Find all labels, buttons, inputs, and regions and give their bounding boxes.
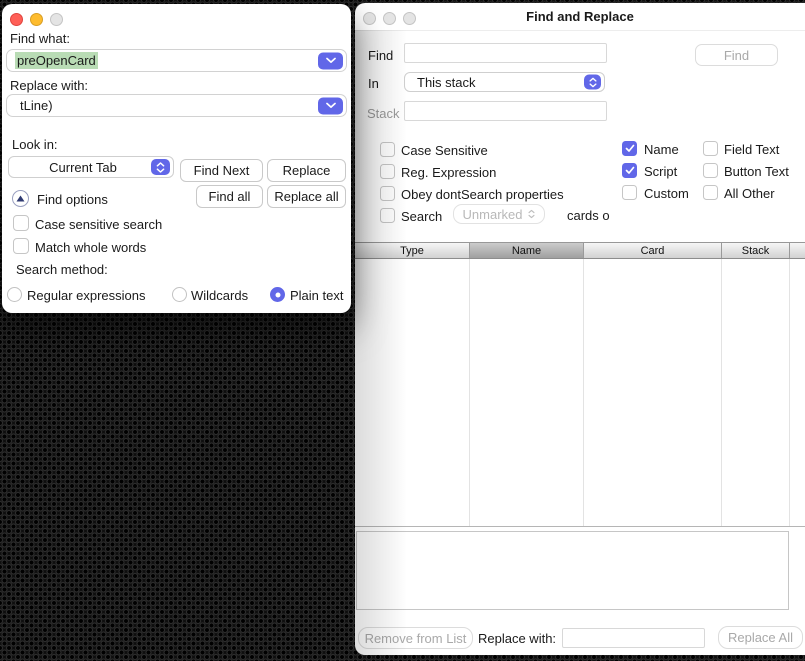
plain-text-label: Plain text (290, 288, 343, 303)
field-text-checkbox[interactable] (703, 141, 718, 156)
chevron-down-icon[interactable] (318, 97, 343, 114)
find-and-replace-window: Find and Replace Find Find In This stack… (355, 3, 805, 655)
script-label: Script (644, 164, 677, 179)
table-column-stack (722, 259, 790, 526)
script-checkbox[interactable] (622, 163, 637, 178)
window-title: Find and Replace (526, 9, 634, 24)
match-whole-words-checkbox[interactable] (13, 238, 29, 254)
results-table-header: Type Name Card Stack (355, 242, 805, 259)
button-text-checkbox[interactable] (703, 163, 718, 178)
name-checkbox[interactable] (622, 141, 637, 156)
remove-from-list-button[interactable]: Remove from List (358, 627, 473, 649)
marked-cards-dropdown[interactable]: Unmarked (453, 204, 545, 224)
obey-dontsearch-checkbox[interactable] (380, 186, 395, 201)
button-text-label: Button Text (724, 164, 789, 179)
look-in-dropdown[interactable]: Current Tab (8, 156, 174, 178)
find-button[interactable]: Find (695, 44, 778, 66)
regular-expressions-label: Regular expressions (27, 288, 146, 303)
search-marked-label: Search (401, 209, 442, 224)
custom-checkbox[interactable] (622, 185, 637, 200)
column-header-card[interactable]: Card (584, 243, 722, 258)
find-all-button[interactable]: Find all (196, 185, 263, 208)
results-table-body[interactable] (355, 259, 805, 527)
find-label: Find (368, 48, 393, 63)
titlebar[interactable]: Find and Replace (355, 3, 805, 31)
replace-with-combobox[interactable]: tLine) (6, 94, 347, 117)
obey-dontsearch-label: Obey dontSearch properties (401, 187, 564, 202)
case-sensitive-search-checkbox[interactable] (13, 215, 29, 231)
find-next-button[interactable]: Find Next (180, 159, 263, 182)
in-scope-value: This stack (405, 75, 604, 90)
close-button-icon[interactable] (10, 13, 23, 26)
replace-with-label: Replace with: (10, 78, 88, 93)
custom-label: Custom (644, 186, 689, 201)
all-other-label: All Other (724, 186, 775, 201)
cards-only-label: cards o (567, 208, 610, 223)
find-options-disclosure-button[interactable] (12, 190, 29, 207)
find-what-combobox[interactable]: preOpenCard (6, 49, 347, 72)
name-label: Name (644, 142, 679, 157)
wildcards-label: Wildcards (191, 288, 248, 303)
marked-cards-value: Unmarked (463, 207, 523, 222)
plain-text-radio[interactable] (270, 287, 285, 302)
column-header-spacer (790, 243, 805, 258)
find-input[interactable] (404, 43, 607, 63)
chevron-up-down-icon (151, 159, 170, 175)
case-sensitive-search-label: Case sensitive search (35, 217, 162, 232)
replace-with-value: tLine) (20, 98, 53, 113)
column-header-stack[interactable]: Stack (722, 243, 790, 258)
search-method-label: Search method: (16, 262, 108, 277)
replace-with-label: Replace with: (478, 631, 556, 646)
table-column-name (470, 259, 584, 526)
table-column-spacer (790, 259, 805, 526)
chevron-up-down-icon (584, 75, 601, 90)
replace-with-input[interactable] (562, 628, 705, 648)
check-icon (625, 166, 635, 175)
find-options-label: Find options (37, 192, 108, 207)
table-column-card (584, 259, 722, 526)
stack-input[interactable] (404, 101, 607, 121)
result-detail-panel[interactable] (356, 531, 789, 610)
replace-all-button[interactable]: Replace All (718, 626, 803, 649)
results-table: Type Name Card Stack (355, 242, 805, 527)
chevron-up-down-icon (528, 209, 535, 219)
triangle-up-icon (16, 195, 25, 202)
regular-expressions-radio[interactable] (7, 287, 22, 302)
find-what-label: Find what: (10, 31, 70, 46)
replace-button[interactable]: Replace (267, 159, 346, 182)
field-text-label: Field Text (724, 142, 779, 157)
zoom-button-icon[interactable] (403, 12, 416, 25)
table-column-type (355, 259, 470, 526)
stack-label: Stack (367, 106, 400, 121)
desktop: { "colors": { "accent": "#6167e8", "high… (0, 0, 805, 661)
column-header-type[interactable]: Type (355, 243, 470, 258)
minimize-button-icon[interactable] (30, 13, 43, 26)
search-marked-checkbox[interactable] (380, 208, 395, 223)
in-label: In (368, 76, 379, 91)
find-what-value: preOpenCard (15, 52, 98, 69)
check-icon (625, 144, 635, 153)
reg-expression-checkbox[interactable] (380, 164, 395, 179)
look-in-value: Current Tab (9, 160, 173, 175)
column-header-name[interactable]: Name (470, 243, 584, 258)
reg-expression-label: Reg. Expression (401, 165, 496, 180)
titlebar[interactable] (2, 4, 351, 30)
match-whole-words-label: Match whole words (35, 240, 146, 255)
replace-all-button[interactable]: Replace all (267, 185, 346, 208)
chevron-down-icon[interactable] (318, 52, 343, 69)
case-sensitive-label: Case Sensitive (401, 143, 488, 158)
zoom-button-icon[interactable] (50, 13, 63, 26)
close-button-icon[interactable] (363, 12, 376, 25)
minimize-button-icon[interactable] (383, 12, 396, 25)
find-dialog-window: Find what: preOpenCard Replace with: tLi… (2, 4, 351, 313)
look-in-label: Look in: (12, 137, 58, 152)
all-other-checkbox[interactable] (703, 185, 718, 200)
in-scope-dropdown[interactable]: This stack (404, 72, 605, 92)
wildcards-radio[interactable] (172, 287, 187, 302)
case-sensitive-checkbox[interactable] (380, 142, 395, 157)
